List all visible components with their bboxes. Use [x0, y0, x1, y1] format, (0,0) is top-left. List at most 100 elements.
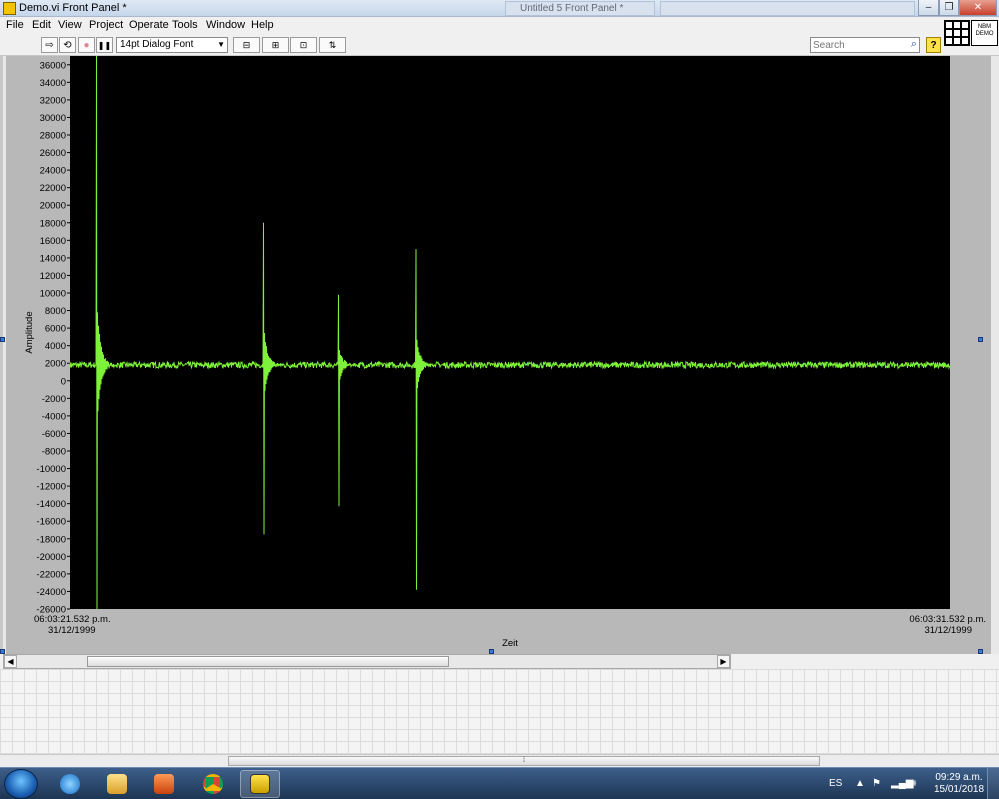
y-tick-label: 10000 — [40, 289, 66, 300]
labview-taskbar-icon[interactable] — [240, 770, 280, 798]
y-tick-label: 30000 — [40, 113, 66, 124]
internet-explorer-icon[interactable] — [50, 770, 90, 798]
clock-date: 15/01/2018 — [933, 784, 985, 795]
window-scrollbar-thumb[interactable]: ⁞ — [228, 756, 820, 766]
y-tick-label: 14000 — [40, 253, 66, 264]
pause-icon[interactable]: ❚❚ — [96, 37, 113, 53]
y-axis-label: Amplitude — [24, 311, 35, 353]
search-box[interactable]: ⌕ — [810, 37, 920, 53]
toolbar: ⇨ ⟲ ● ❚❚ 14pt Dialog Font ▼ ⊟ ⊞ ⊡ ⇅ ⌕ ? — [0, 34, 999, 56]
distribute-objects-icon[interactable]: ⊞ — [262, 37, 289, 53]
font-selector-value: 14pt Dialog Font — [120, 39, 194, 50]
background-window-tab[interactable]: Untitled 5 Front Panel * — [505, 1, 655, 16]
chrome-icon[interactable] — [193, 770, 233, 798]
selection-handle-left[interactable] — [0, 337, 5, 342]
y-tick-label: -10000 — [36, 464, 66, 475]
maximize-button[interactable]: ❐ — [939, 0, 959, 16]
selection-handle-right[interactable] — [978, 337, 983, 342]
menu-edit[interactable]: Edit — [32, 19, 51, 31]
x-axis-label: Zeit — [502, 638, 518, 649]
x-axis-start-date: 31/12/1999 — [48, 625, 96, 636]
y-tick-label: -14000 — [36, 499, 66, 510]
chevron-up-icon[interactable]: ▲ — [855, 778, 865, 789]
menu-view[interactable]: View — [58, 19, 82, 31]
y-tick-label: 28000 — [40, 131, 66, 142]
labview-app-icon — [3, 2, 16, 15]
chart-svg[interactable]: 36000 34000 32000 30000 28000 26000 24000 22000… — [6, 56, 991, 654]
chevron-down-icon: ▼ — [217, 40, 225, 49]
selection-handle-bottom-right[interactable] — [978, 649, 983, 654]
y-tick-label: -24000 — [36, 587, 66, 598]
window-titlebar[interactable]: Demo.vi Front Panel * Untitled 5 Front P… — [0, 0, 999, 17]
language-indicator[interactable]: ES — [829, 778, 842, 789]
y-tick-label: 2000 — [45, 359, 66, 370]
chart-horizontal-scrollbar[interactable]: ◀ ▶ — [3, 654, 731, 669]
y-tick-label: -22000 — [36, 569, 66, 580]
y-tick-label: 20000 — [40, 201, 66, 212]
media-player-icon[interactable] — [144, 770, 184, 798]
background-window-tab-2[interactable] — [660, 1, 915, 16]
abort-execution-icon[interactable]: ● — [78, 37, 95, 53]
y-tick-label: 24000 — [40, 166, 66, 177]
y-tick-label: -2000 — [42, 394, 66, 405]
windows-taskbar: ES ▲ ⚑ ▂▄▆ 🔊︎ 09:29 a.m. 15/01/2018 — [0, 767, 999, 799]
y-tick-label: 36000 — [40, 60, 66, 71]
y-tick-label: 22000 — [40, 183, 66, 194]
file-explorer-icon[interactable] — [97, 770, 137, 798]
menu-window[interactable]: Window — [206, 19, 245, 31]
y-tick-label: 18000 — [40, 218, 66, 229]
align-objects-icon[interactable]: ⊟ — [233, 37, 260, 53]
y-tick-label: 34000 — [40, 78, 66, 89]
search-input[interactable] — [813, 39, 898, 51]
menu-tools[interactable]: Tools — [172, 19, 198, 31]
plot-area[interactable] — [70, 56, 950, 609]
font-selector[interactable]: 14pt Dialog Font ▼ — [116, 37, 228, 53]
menu-bar: File Edit View Project Operate Tools Win… — [0, 17, 999, 34]
window-horizontal-scrollbar[interactable]: ⁞ — [0, 754, 999, 767]
x-axis-end-time: 06:03:31.532 p.m. — [909, 614, 986, 625]
clock[interactable]: 09:29 a.m. 15/01/2018 — [933, 772, 985, 796]
reorder-icon[interactable]: ⇅ — [319, 37, 346, 53]
clock-time: 09:29 a.m. — [935, 772, 983, 783]
menu-file[interactable]: File — [6, 19, 24, 31]
show-desktop-button[interactable] — [987, 768, 999, 799]
scrollbar-thumb[interactable] — [87, 656, 449, 667]
y-tick-label: 0 — [61, 376, 66, 387]
run-continuously-icon[interactable]: ⟲ — [59, 37, 76, 53]
scroll-right-icon[interactable]: ▶ — [717, 655, 730, 668]
y-tick-label: 6000 — [45, 324, 66, 335]
vi-icon[interactable]: NBM DEMO — [971, 20, 998, 46]
run-arrow-icon[interactable]: ⇨ — [41, 37, 58, 53]
y-tick-label: 4000 — [45, 341, 66, 352]
action-center-flag-icon[interactable]: ⚑ — [872, 778, 881, 789]
front-panel: 36000 34000 32000 30000 28000 26000 24000 22000… — [0, 56, 999, 654]
y-tick-label: 32000 — [40, 95, 66, 106]
volume-icon[interactable]: 🔊︎ — [910, 778, 916, 789]
menu-operate[interactable]: Operate — [129, 19, 169, 31]
x-axis-end-date: 31/12/1999 — [924, 625, 972, 636]
scroll-left-icon[interactable]: ◀ — [4, 655, 17, 668]
waveform-chart[interactable]: 36000 34000 32000 30000 28000 26000 24000 22000… — [6, 56, 991, 654]
window-title: Demo.vi Front Panel * — [19, 2, 127, 14]
y-axis: 36000 34000 32000 30000 28000 26000 24000 22000… — [36, 60, 70, 616]
close-button[interactable]: ✕ — [959, 0, 997, 16]
menu-project[interactable]: Project — [89, 19, 123, 31]
front-panel-grid[interactable] — [0, 669, 999, 754]
y-tick-label: -4000 — [42, 411, 66, 422]
y-tick-label: -16000 — [36, 517, 66, 528]
y-tick-label: -6000 — [42, 429, 66, 440]
search-icon[interactable]: ⌕ — [911, 38, 917, 51]
x-axis-start-time: 06:03:21.532 p.m. — [34, 614, 111, 625]
context-help-button[interactable]: ? — [926, 37, 941, 53]
y-tick-label: -20000 — [36, 552, 66, 563]
connector-pane-icon[interactable] — [944, 20, 970, 46]
y-tick-label: -12000 — [36, 482, 66, 493]
y-tick-label: -18000 — [36, 534, 66, 545]
minimize-button[interactable]: – — [918, 0, 939, 16]
menu-help[interactable]: Help — [251, 19, 274, 31]
y-tick-label: -8000 — [42, 447, 66, 458]
start-button[interactable] — [4, 769, 38, 799]
y-tick-label: 26000 — [40, 148, 66, 159]
resize-objects-icon[interactable]: ⊡ — [290, 37, 317, 53]
y-tick-label: 12000 — [40, 271, 66, 282]
